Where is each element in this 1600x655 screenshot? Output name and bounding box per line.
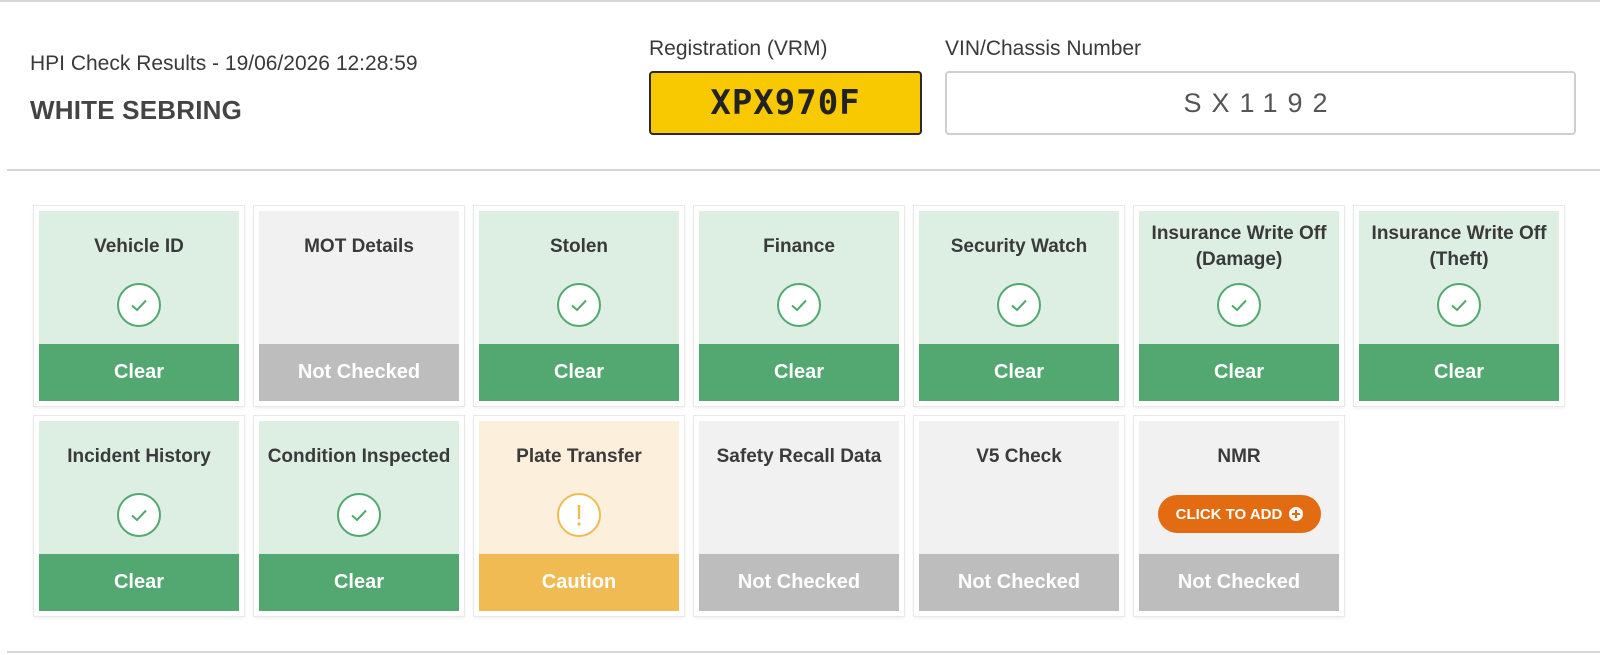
check-card-v5-check[interactable]: V5 Check Not Checked — [914, 416, 1124, 616]
check-status: Clear — [1359, 344, 1559, 401]
check-status: Clear — [919, 344, 1119, 401]
check-title: Stolen — [549, 236, 609, 257]
check-status: Clear — [1139, 344, 1339, 401]
check-card-condition-inspected[interactable]: Condition Inspected Clear — [254, 416, 464, 616]
check-card-vehicle-id[interactable]: Vehicle ID Clear — [34, 206, 244, 406]
check-title: Finance — [763, 236, 835, 257]
check-icon — [997, 283, 1041, 327]
check-card-nmr[interactable]: NMR CLICK TO ADD Not Checked — [1134, 416, 1344, 616]
check-status: Clear — [699, 344, 899, 401]
check-title: NMR — [1217, 446, 1261, 467]
check-card-incident-history[interactable]: Incident History Clear — [34, 416, 244, 616]
check-title: V5 Check — [976, 446, 1062, 467]
check-card-insurance-write-off-theft[interactable]: Insurance Write Off (Theft) Clear — [1354, 206, 1564, 406]
check-card-mot-details[interactable]: MOT Details Not Checked — [254, 206, 464, 406]
vin-field[interactable]: SX1192 — [945, 71, 1576, 135]
check-title: Condition Inspected — [267, 446, 451, 467]
check-icon — [1217, 283, 1261, 327]
check-card-stolen[interactable]: Stolen Clear — [474, 206, 684, 406]
check-icon — [117, 493, 161, 537]
check-icon — [777, 283, 821, 327]
check-card-plate-transfer[interactable]: Plate Transfer Caution — [474, 416, 684, 616]
vehicle-name: WHITE SEBRING — [30, 95, 243, 125]
plus-circle-icon — [1289, 507, 1304, 521]
check-icon — [557, 283, 601, 327]
check-title: Vehicle ID — [94, 236, 184, 257]
check-card-security-watch[interactable]: Security Watch Clear — [914, 206, 1124, 406]
registration-plate: XPX970F — [649, 71, 922, 135]
check-card-finance[interactable]: Finance Clear — [694, 206, 904, 406]
exclamation-icon — [557, 493, 601, 537]
check-icon — [337, 493, 381, 537]
check-title: MOT Details — [304, 236, 414, 257]
check-status: Not Checked — [919, 554, 1119, 611]
add-button-label: CLICK TO ADD — [1175, 505, 1283, 523]
bottom-divider — [7, 651, 1600, 653]
check-card-safety-recall-data[interactable]: Safety Recall Data Not Checked — [694, 416, 904, 616]
results-timestamp: HPI Check Results - 19/06/2026 12:28:59 — [30, 52, 418, 75]
check-status: Caution — [479, 554, 679, 611]
registration-label: Registration (VRM) — [649, 37, 828, 60]
check-status: Not Checked — [259, 344, 459, 401]
check-status: Clear — [39, 554, 239, 611]
check-title: Safety Recall Data — [716, 446, 882, 467]
check-icon — [1437, 283, 1481, 327]
check-title: Plate Transfer — [516, 446, 642, 467]
header-divider — [7, 169, 1600, 171]
check-status: Clear — [259, 554, 459, 611]
check-title: Incident History — [67, 446, 211, 467]
vin-label: VIN/Chassis Number — [945, 37, 1142, 60]
check-title: Security Watch — [950, 236, 1088, 257]
check-status: Clear — [479, 344, 679, 401]
check-status: Clear — [39, 344, 239, 401]
check-status: Not Checked — [1139, 554, 1339, 611]
check-card-insurance-write-off-damage[interactable]: Insurance Write Off (Damage) Clear — [1134, 206, 1344, 406]
top-divider — [0, 0, 1600, 2]
check-icon — [117, 283, 161, 327]
check-status: Not Checked — [699, 554, 899, 611]
check-title: Insurance Write Off (Theft) — [1371, 223, 1547, 270]
check-title: Insurance Write Off (Damage) — [1151, 223, 1327, 270]
nmr-click-to-add-button[interactable]: CLICK TO ADD — [1158, 495, 1321, 533]
